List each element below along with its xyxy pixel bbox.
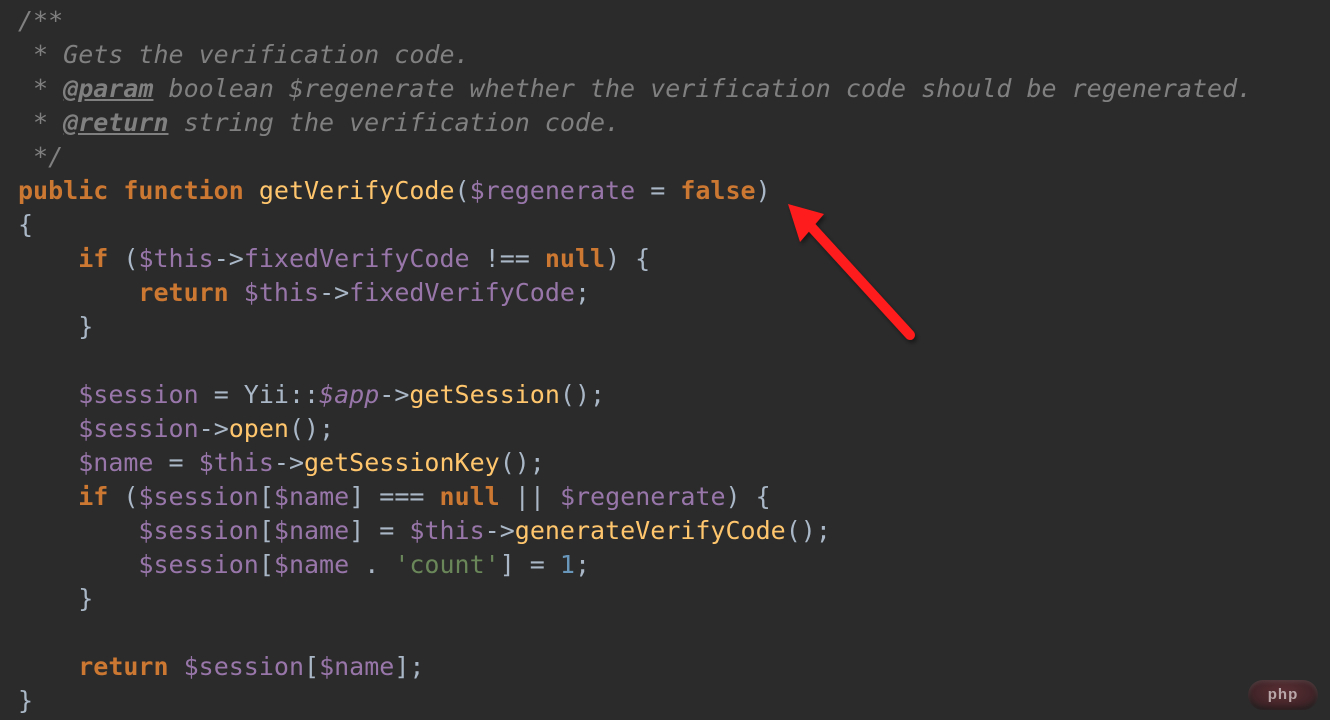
doc-line-2: * @param boolean $regenerate whether the… bbox=[18, 74, 1252, 103]
docblock-close: */ bbox=[18, 142, 63, 171]
brace-open: { bbox=[18, 210, 33, 239]
session-open: $session->open(); bbox=[78, 414, 334, 443]
function-name: getVerifyCode bbox=[259, 176, 455, 205]
count-assign: $session[$name . 'count'] = 1; bbox=[138, 550, 590, 579]
return-session: return $session[$name]; bbox=[78, 652, 424, 681]
brace-close-if2: } bbox=[78, 584, 93, 613]
brace-close: } bbox=[18, 686, 33, 715]
return-fixed: return $this->fixedVerifyCode; bbox=[138, 278, 590, 307]
generate-assign: $session[$name] = $this->generateVerifyC… bbox=[138, 516, 830, 545]
session-assign: $session = Yii::$app->getSession(); bbox=[78, 380, 605, 409]
doc-tag-param: @param bbox=[63, 74, 153, 103]
param-regenerate: $regenerate bbox=[470, 176, 636, 205]
if-regenerate: if ($session[$name] === null || $regener… bbox=[78, 482, 770, 511]
doc-line-1: * Gets the verification code. bbox=[18, 40, 470, 69]
doc-line-3: * @return string the verification code. bbox=[18, 108, 620, 137]
watermark-badge: php bbox=[1248, 680, 1318, 710]
if-fixed-check: if ($this->fixedVerifyCode !== null) { bbox=[78, 244, 650, 273]
code-block: /** * Gets the verification code. * @par… bbox=[0, 0, 1330, 718]
docblock-open: /** bbox=[18, 6, 63, 35]
function-signature: public function getVerifyCode($regenerat… bbox=[18, 176, 771, 205]
brace-close-if1: } bbox=[78, 312, 93, 341]
doc-tag-return: @return bbox=[63, 108, 168, 137]
name-assign: $name = $this->getSessionKey(); bbox=[78, 448, 545, 477]
